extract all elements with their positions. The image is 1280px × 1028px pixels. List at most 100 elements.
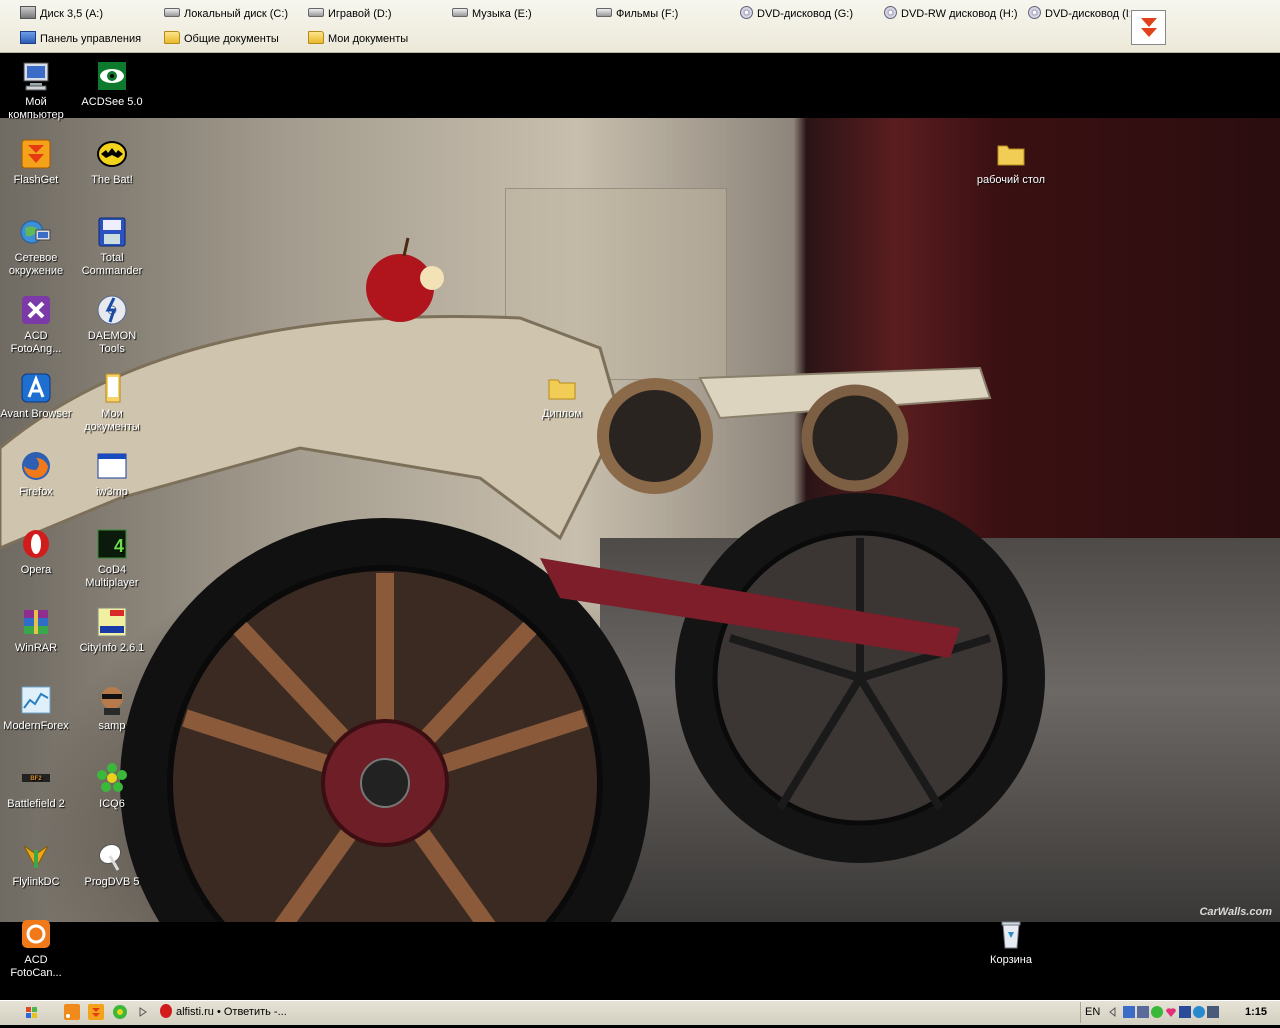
my-documents-icon <box>96 372 128 404</box>
desktop-icon-modernforex[interactable]: ModernForex <box>0 684 74 733</box>
sync-tray-icon[interactable] <box>1193 1006 1205 1018</box>
flashget-drop-target[interactable] <box>1131 10 1166 45</box>
battlefield-icon: BF2 <box>20 762 52 794</box>
my-documents-link[interactable]: Мои документы <box>308 29 408 49</box>
desktop-icon-daemon-tools[interactable]: DAEMON Tools <box>74 294 150 356</box>
monitor-tray-icon[interactable] <box>1179 1006 1191 1018</box>
drive-e-button[interactable]: Музыка (E:) <box>452 4 532 24</box>
winrar-icon <box>20 606 52 638</box>
acd-fotoangelo-icon <box>20 294 52 326</box>
flashget-icon <box>20 138 52 170</box>
folder-icon <box>308 31 324 44</box>
desktop-icon-my-documents[interactable]: Мои документы <box>74 372 150 434</box>
total-commander-icon <box>96 216 128 248</box>
control-panel-link[interactable]: Панель управления <box>20 29 141 49</box>
desktop-icon-samp[interactable]: samp <box>74 684 150 733</box>
opera-icon <box>20 528 52 560</box>
desktop-icon-flylinkdc[interactable]: FlylinkDC <box>0 840 74 889</box>
desktop-icon-recycle-bin[interactable]: Корзина <box>973 918 1049 967</box>
flashget-arrows-icon <box>1141 18 1157 37</box>
desktop-icon-avant-browser[interactable]: Avant Browser <box>0 372 74 421</box>
svg-text:BF2: BF2 <box>30 776 42 782</box>
drives-row: Диск 3,5 (A:) Локальный диск (C:) Играво… <box>0 2 1130 26</box>
hard-drive-icon <box>308 8 324 17</box>
desktop-icon-cod4[interactable]: 4 CoD4 Multiplayer <box>74 528 150 590</box>
heart-tray-icon[interactable] <box>1165 1006 1177 1018</box>
drive-c-button[interactable]: Локальный диск (C:) <box>164 4 288 24</box>
rss-icon[interactable] <box>64 1004 80 1020</box>
desktop-icon-network[interactable]: Сетевое окружение <box>0 216 74 278</box>
desktop-icon-progdvb[interactable]: ProgDVB 5 <box>74 840 150 889</box>
desktop-icon-the-bat[interactable]: The Bat! <box>74 138 150 187</box>
folder-icon <box>164 31 180 44</box>
drive-a-button[interactable]: Диск 3,5 (A:) <box>20 4 103 24</box>
desktop-icon-diplom[interactable]: Диплом <box>524 372 600 421</box>
folder-icon <box>995 138 1027 170</box>
drive-f-button[interactable]: Фильмы (F:) <box>596 4 678 24</box>
flashget-icon[interactable] <box>88 1004 104 1020</box>
application-icon <box>96 450 128 482</box>
dvd-icon <box>884 6 897 19</box>
taskbar-task-opera[interactable]: alfisti.ru • Ответить -... <box>160 1002 310 1023</box>
system-tray: EN 1:15 <box>1080 1002 1280 1023</box>
firefox-icon <box>20 450 52 482</box>
desktop-icon-rabochiy-stol[interactable]: рабочий стол <box>973 138 1049 187</box>
acd-fotocanvas-icon <box>20 918 52 950</box>
desktop-icon-opera[interactable]: Opera <box>0 528 74 577</box>
drive-g-button[interactable]: DVD-дисковод (G:) <box>740 4 853 24</box>
taskbar: alfisti.ru • Ответить -... EN 1:15 <box>0 1000 1280 1025</box>
desktop-icon-total-commander[interactable]: Total Commander <box>74 216 150 278</box>
icq-tray-icon[interactable] <box>1151 1006 1163 1018</box>
cityinfo-icon <box>96 606 128 638</box>
cod4-icon: 4 <box>96 528 128 560</box>
drive-h-button[interactable]: DVD-RW дисковод (H:) <box>884 4 1018 24</box>
chevron-right-icon[interactable] <box>136 1004 152 1020</box>
folders-row: Панель управления Общие документы Мои до… <box>0 27 1130 51</box>
desktop-icon-battlefield[interactable]: BF2 Battlefield 2 <box>0 762 74 811</box>
my-computer-icon <box>20 60 52 92</box>
svg-text:4: 4 <box>114 536 124 556</box>
samp-icon <box>96 684 128 716</box>
hard-drive-icon <box>164 8 180 17</box>
shared-documents-link[interactable]: Общие документы <box>164 29 279 49</box>
folder-icon <box>546 372 578 404</box>
desktop-icon-firefox[interactable]: Firefox <box>0 450 74 499</box>
floppy-icon <box>20 6 36 19</box>
desktop-icon-icq[interactable]: ICQ6 <box>74 762 150 811</box>
the-bat-icon <box>96 138 128 170</box>
windows-logo-icon <box>26 1007 37 1018</box>
progdvb-icon <box>96 840 128 872</box>
language-indicator[interactable]: EN <box>1085 1006 1100 1018</box>
dvd-icon <box>1028 6 1041 19</box>
network-tray-icon[interactable] <box>1123 1006 1135 1018</box>
recycle-bin-icon <box>995 918 1027 950</box>
drive-i-button[interactable]: DVD-дисковод (I: <box>1028 4 1130 24</box>
chevron-left-icon[interactable] <box>1107 1006 1119 1018</box>
settings-tray-icon[interactable] <box>1207 1006 1219 1018</box>
dvd-icon <box>740 6 753 19</box>
desktop-icon-my-computer[interactable]: Мой компьютер <box>0 60 74 122</box>
hard-drive-icon <box>596 8 612 17</box>
start-button[interactable] <box>0 1001 52 1025</box>
desktop-icon-acdsee[interactable]: ACDSee 5.0 <box>74 60 150 109</box>
drive-d-button[interactable]: Игравой (D:) <box>308 4 392 24</box>
modernforex-icon <box>20 684 52 716</box>
desktop-icon-acd-fotoangelo[interactable]: ACD FotoAng... <box>0 294 74 356</box>
daemon-tools-icon <box>96 294 128 326</box>
network-icon <box>20 216 52 248</box>
desktop-icon-iw3mp[interactable]: iw3mp <box>74 450 150 499</box>
quick-drives-toolbar: Диск 3,5 (A:) Локальный диск (C:) Играво… <box>0 0 1280 53</box>
icq-icon[interactable] <box>112 1004 128 1020</box>
desktop-icon-winrar[interactable]: WinRAR <box>0 606 74 655</box>
desktop-icon-flashget[interactable]: FlashGet <box>0 138 74 187</box>
avant-browser-icon <box>20 372 52 404</box>
desktop-wallpaper: CarWalls.com <box>0 118 1280 922</box>
wallpaper-watermark: CarWalls.com <box>1199 906 1272 918</box>
desktop-icon-cityinfo[interactable]: CityInfo 2.6.1 <box>74 606 150 655</box>
desktop-icon-acd-fotocanvas[interactable]: ACD FotoCan... <box>0 918 74 980</box>
opera-icon <box>160 1004 172 1018</box>
acdsee-icon <box>96 60 128 92</box>
computer-tray-icon[interactable] <box>1137 1006 1149 1018</box>
vintage-car-illustration <box>0 237 1045 922</box>
clock[interactable]: 1:15 <box>1245 1006 1267 1018</box>
